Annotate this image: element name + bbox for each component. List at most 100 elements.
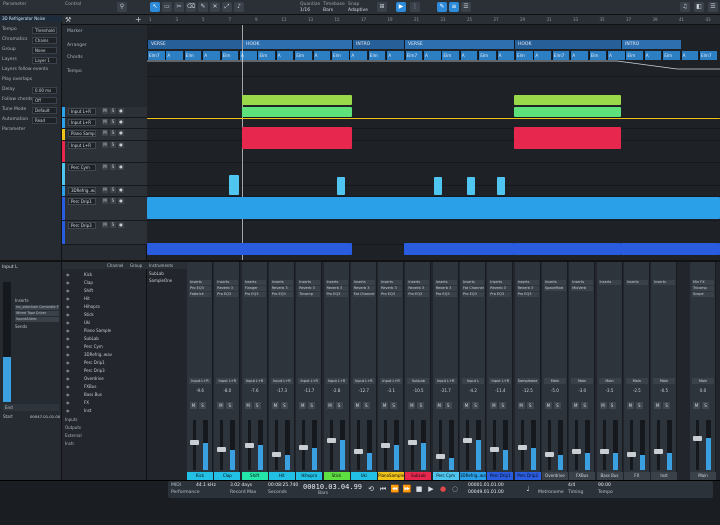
insert-slot[interactable]: Pro EQ3 (489, 292, 512, 297)
track-name[interactable]: Input L+R (68, 119, 96, 126)
fader-cap[interactable] (190, 440, 199, 446)
split-tool-icon[interactable]: ✂ (174, 2, 184, 12)
mute-button[interactable]: M (244, 402, 252, 409)
channel-input[interactable]: Input L+R (352, 378, 375, 384)
channel-section-tab[interactable]: Inputs (65, 417, 77, 422)
audio-clip[interactable] (147, 118, 720, 119)
timebase-value[interactable]: Bars (323, 8, 333, 13)
track-name[interactable]: Input L+R (68, 142, 96, 149)
visibility-icon[interactable]: ◉ (66, 359, 70, 366)
visibility-icon[interactable]: ◉ (66, 335, 70, 342)
channel-list-item[interactable]: Clap ◉ (62, 279, 147, 286)
insert-slot[interactable]: Inserts (653, 280, 676, 285)
arranger-section[interactable]: HOOK (242, 40, 352, 49)
insert-slot[interactable]: Inserts (189, 280, 211, 285)
insert-slot[interactable]: Inserts (380, 280, 403, 285)
insert-slot[interactable]: Reverb 3 (516, 286, 539, 291)
channel-list-item[interactable]: FX ◉ (62, 399, 147, 406)
channel-fader[interactable] (299, 420, 309, 470)
range-tool-icon[interactable]: ▭ (162, 2, 172, 12)
solo-button[interactable]: S (110, 187, 116, 193)
fader-cap[interactable] (353, 449, 363, 455)
mute-button[interactable]: M (381, 402, 389, 409)
solo-button[interactable]: S (110, 119, 116, 125)
insert-slot[interactable]: Pro EQ3 (407, 292, 430, 297)
mute-button[interactable]: M (299, 402, 307, 409)
solo-button[interactable]: S (444, 402, 452, 409)
audio-clip[interactable] (242, 127, 352, 149)
channel-section-tab[interactable]: Outputs (65, 425, 81, 430)
audio-clip[interactable] (229, 175, 239, 195)
arranger-section[interactable]: VERSE (404, 40, 514, 49)
insert-slot[interactable]: Flanger (243, 286, 266, 291)
solo-button[interactable]: S (226, 402, 234, 409)
record-arm-button[interactable]: ● (118, 164, 124, 170)
audio-clip[interactable] (514, 243, 621, 255)
channel-name[interactable]: Perc Cym (432, 472, 459, 480)
fader-cap[interactable] (326, 438, 336, 443)
channel-list-item[interactable]: Piano Sample ◉ (62, 327, 147, 334)
time-signature[interactable]: 4/4 (568, 483, 575, 488)
insert-slot[interactable]: Inserts (489, 280, 512, 285)
mute-button[interactable]: M (517, 402, 525, 409)
track-header[interactable]: Perc Drip1 M S ● (62, 197, 147, 221)
track-header[interactable]: Perc Drip3 M S ● (62, 221, 147, 245)
channel-fader[interactable] (217, 420, 227, 470)
punch-icon[interactable]: ◌ (450, 484, 460, 494)
track-header[interactable]: Piano Sample M S ● (62, 129, 147, 141)
channel-input[interactable]: Main (625, 378, 648, 384)
channel-name[interactable]: Hihopra (296, 472, 323, 480)
channel-fader[interactable] (626, 420, 636, 470)
channel-name[interactable]: Clap (214, 472, 241, 480)
channel-list-item[interactable]: Perc Cym ◉ (62, 343, 147, 350)
link-icon[interactable]: ⚲ (117, 2, 127, 12)
channel-input[interactable]: Input L+R (270, 378, 293, 384)
audio-clip[interactable] (337, 177, 345, 195)
channel-list-item[interactable]: 3DRefrig..wav ◉ (62, 351, 147, 358)
mute-button[interactable]: M (102, 222, 108, 228)
browse-view-icon[interactable]: ☰ (461, 2, 471, 12)
channel-input[interactable]: Sampleone (516, 378, 539, 384)
channel-name[interactable]: Hit (268, 472, 295, 480)
visibility-icon[interactable]: ◉ (66, 351, 70, 358)
channel-fader[interactable] (599, 420, 609, 470)
channel-list-item[interactable]: Inst ◉ (62, 407, 147, 414)
insert-slot[interactable]: Pro EQ3 (216, 292, 239, 297)
channel-list-item[interactable]: Hihopra ◉ (62, 303, 147, 310)
mute-button[interactable]: M (102, 142, 108, 148)
insert-plugin[interactable]: Wheel Tape Driver (15, 311, 59, 316)
channel-fader[interactable] (490, 420, 500, 470)
fader-cap[interactable] (408, 440, 418, 446)
fader-cap[interactable] (463, 438, 472, 443)
track-name[interactable]: Perc Drip1 (68, 198, 96, 205)
insert-slot[interactable]: MixVerb (571, 286, 594, 291)
start-value[interactable]: 00047.01.01.00 (30, 414, 60, 419)
paint-tool-icon[interactable]: ✎ (198, 2, 208, 12)
insert-slot[interactable]: Inserts (325, 280, 348, 285)
stop-icon[interactable]: ■ (414, 484, 424, 494)
mute-button[interactable]: M (217, 402, 225, 409)
channel-list-item[interactable]: Perc Drip3 ◉ (62, 367, 147, 374)
channel-section-tab[interactable]: Instr. (65, 441, 75, 446)
insert-slot[interactable]: Reverb 3 (270, 286, 293, 291)
record-icon[interactable]: ● (438, 484, 448, 494)
channel-list-item[interactable]: Hit ◉ (62, 295, 147, 302)
solo-button[interactable]: S (110, 222, 116, 228)
audio-clip[interactable] (621, 243, 720, 255)
audio-clip[interactable] (514, 127, 621, 149)
mute-button[interactable]: M (544, 402, 552, 409)
channel-volume-readout[interactable]: 0.0 (692, 388, 714, 394)
track-header[interactable]: 3DRefrig..wav MS● (62, 186, 147, 197)
fader-cap[interactable] (572, 449, 582, 455)
track-header[interactable]: Input L+R M S ● (62, 141, 147, 163)
insert-slot[interactable]: Inserts (598, 280, 621, 285)
channel-name[interactable]: Stick (323, 472, 350, 480)
visibility-icon[interactable]: ◉ (66, 303, 70, 310)
solo-button[interactable]: S (581, 402, 589, 409)
metronome-icon[interactable]: ♩ (523, 484, 533, 494)
arranger-section[interactable]: HOOK (514, 40, 621, 49)
solo-button[interactable]: S (472, 402, 479, 409)
forward-icon[interactable]: ⏩ (402, 484, 412, 494)
channel-name[interactable]: Uki (350, 472, 377, 480)
channel-name[interactable]: FX (623, 472, 650, 480)
